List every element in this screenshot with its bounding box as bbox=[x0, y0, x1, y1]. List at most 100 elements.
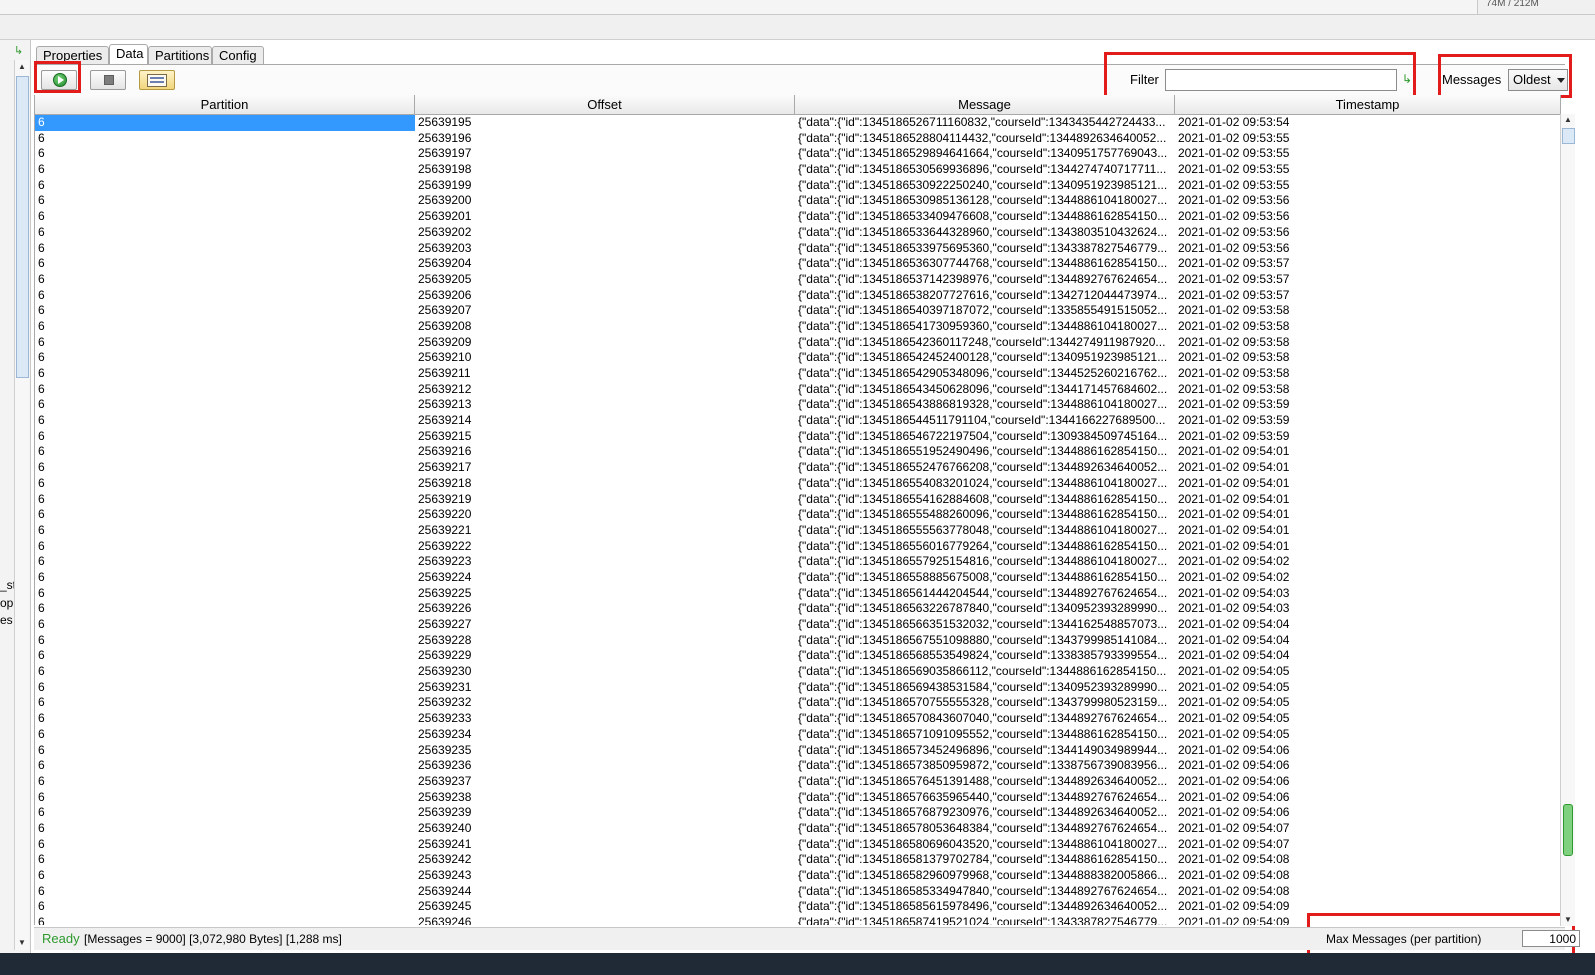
left-scrollbar[interactable]: ▲ ▼ bbox=[14, 60, 29, 950]
timestamp-cell: 2021-01-02 09:53:58 bbox=[1178, 381, 1290, 396]
scroll-up-icon[interactable]: ▲ bbox=[15, 60, 29, 74]
table-row[interactable]: 6 25639200 {"data":{"id":13451865309851361… bbox=[35, 193, 1561, 209]
table-row[interactable]: 6 25639234 {"data":{"id":13451865710910955… bbox=[35, 727, 1561, 743]
partition-cell: 6 bbox=[38, 428, 45, 443]
refresh-arrow-icon[interactable]: ↳ bbox=[14, 44, 23, 57]
table-row[interactable]: 6 25639235 {"data":{"id":13451865734524968… bbox=[35, 743, 1561, 759]
run-button[interactable] bbox=[41, 70, 77, 90]
column-header-message[interactable]: Message bbox=[795, 95, 1175, 114]
partition-cell: 6 bbox=[38, 569, 45, 584]
table-row[interactable]: 6 25639223 {"data":{"id":13451865579251548… bbox=[35, 554, 1561, 570]
message-cell: {"data":{"id":1345186570843607040,"cours… bbox=[798, 711, 1168, 726]
window-icon bbox=[147, 74, 167, 87]
table-row[interactable]: 6 25639241 {"data":{"id":13451865806960435… bbox=[35, 837, 1561, 853]
message-cell: {"data":{"id":1345186536307744768,"cours… bbox=[798, 256, 1168, 271]
messages-order-value: Oldest bbox=[1513, 72, 1551, 87]
table-row[interactable]: 6 25639230 {"data":{"id":13451865690358661… bbox=[35, 664, 1561, 680]
table-row[interactable]: 6 25639233 {"data":{"id":13451865708436070… bbox=[35, 711, 1561, 727]
table-row[interactable]: 6 25639202 {"data":{"id":13451865336443289… bbox=[35, 225, 1561, 241]
messages-order-select[interactable]: Oldest bbox=[1508, 69, 1568, 91]
message-cell: {"data":{"id":1345186554162884608,"cours… bbox=[798, 491, 1168, 506]
partition-cell: 6 bbox=[38, 381, 45, 396]
table-row[interactable]: 6 25639198 {"data":{"id":13451865305699368… bbox=[35, 162, 1561, 178]
message-cell: {"data":{"id":1345186526711160832,"cours… bbox=[798, 115, 1166, 129]
table-row[interactable]: 6 25639231 {"data":{"id":13451865694385315… bbox=[35, 680, 1561, 696]
os-taskbar bbox=[0, 953, 1595, 975]
tab-config[interactable]: Config bbox=[212, 46, 264, 64]
partition-cell: 6 bbox=[38, 742, 45, 757]
table-scrollbar[interactable]: ▲ ▼ bbox=[1560, 114, 1575, 926]
table-row[interactable]: 6 25639240 {"data":{"id":13451865780536483… bbox=[35, 821, 1561, 837]
table-row[interactable]: 6 25639211 {"data":{"id":13451865429053480… bbox=[35, 366, 1561, 382]
table-row[interactable]: 6 25639203 {"data":{"id":13451865339756953… bbox=[35, 241, 1561, 257]
table-row[interactable]: 6 25639215 {"data":{"id":13451865467221975… bbox=[35, 429, 1561, 445]
table-row[interactable]: 6 25639209 {"data":{"id":13451865423601172… bbox=[35, 335, 1561, 351]
timestamp-cell: 2021-01-02 09:53:56 bbox=[1178, 224, 1290, 239]
table-row[interactable]: 6 25639239 {"data":{"id":13451865768792309… bbox=[35, 805, 1561, 821]
scroll-down-icon[interactable]: ▼ bbox=[15, 936, 29, 950]
column-header-partition[interactable]: Partition bbox=[35, 95, 415, 114]
table-row[interactable]: 6 25639220 {"data":{"id":13451865554882600… bbox=[35, 507, 1561, 523]
filter-input[interactable] bbox=[1165, 69, 1397, 91]
table-row[interactable]: 6 25639219 {"data":{"id":13451865541628846… bbox=[35, 492, 1561, 508]
message-cell: {"data":{"id":1345186528804114432,"cours… bbox=[798, 130, 1167, 145]
table-row[interactable]: 6 25639206 {"data":{"id":13451865382077276… bbox=[35, 288, 1561, 304]
scroll-down-icon[interactable]: ▼ bbox=[1561, 914, 1575, 926]
table-scroll-thumb[interactable] bbox=[1563, 804, 1573, 856]
column-header-offset[interactable]: Offset bbox=[415, 95, 795, 114]
table-row[interactable]: 6 25639217 {"data":{"id":13451865524767662… bbox=[35, 460, 1561, 476]
tab-properties[interactable]: Properties bbox=[36, 46, 109, 64]
table-row[interactable]: 6 25639201 {"data":{"id":13451865334094766… bbox=[35, 209, 1561, 225]
left-tree-fragment: es bbox=[0, 613, 13, 627]
table-row[interactable]: 6 25639227 {"data":{"id":13451865663515320… bbox=[35, 617, 1561, 633]
tab-data[interactable]: Data bbox=[109, 44, 148, 65]
apply-filter-icon[interactable]: ↳ bbox=[1402, 72, 1412, 86]
table-row[interactable]: 6 25639214 {"data":{"id":13451865445117911… bbox=[35, 413, 1561, 429]
timestamp-cell: 2021-01-02 09:53:58 bbox=[1178, 303, 1290, 318]
partition-cell: 6 bbox=[38, 240, 45, 255]
table-row[interactable]: 6 25639228 {"data":{"id":13451865675510988… bbox=[35, 633, 1561, 649]
table-row[interactable]: 6 25639207 {"data":{"id":13451865403971870… bbox=[35, 303, 1561, 319]
tab-partitions[interactable]: Partitions bbox=[148, 46, 212, 64]
table-row[interactable]: 6 25639195 {"data":{"id":13451865267111608… bbox=[35, 115, 1561, 131]
table-row[interactable]: 6 25639216 {"data":{"id":13451865519524904… bbox=[35, 444, 1561, 460]
table-row[interactable]: 6 25639222 {"data":{"id":13451865560167792… bbox=[35, 539, 1561, 555]
partition-cell: 6 bbox=[38, 162, 45, 177]
table-row[interactable]: 6 25639210 {"data":{"id":13451865424524001… bbox=[35, 350, 1561, 366]
table-row[interactable]: 6 25639237 {"data":{"id":13451865764513914… bbox=[35, 774, 1561, 790]
table-row[interactable]: 6 25639212 {"data":{"id":13451865434506280… bbox=[35, 382, 1561, 398]
table-row[interactable]: 6 25639226 {"data":{"id":13451865632267878… bbox=[35, 601, 1561, 617]
table-row[interactable]: 6 25639238 {"data":{"id":13451865766359654… bbox=[35, 790, 1561, 806]
table-row[interactable]: 6 25639244 {"data":{"id":13451865853349478… bbox=[35, 884, 1561, 900]
table-row[interactable]: 6 25639196 {"data":{"id":13451865288041144… bbox=[35, 131, 1561, 147]
table-row[interactable]: 6 25639218 {"data":{"id":13451865540832010… bbox=[35, 476, 1561, 492]
message-cell: {"data":{"id":1345186569035866112,"cours… bbox=[798, 664, 1167, 679]
table-row[interactable]: 6 25639246 {"data":{"id":13451865874195210… bbox=[35, 915, 1561, 925]
table-row[interactable]: 6 25639205 {"data":{"id":13451865371423989… bbox=[35, 272, 1561, 288]
table-row[interactable]: 6 25639213 {"data":{"id":13451865438868193… bbox=[35, 397, 1561, 413]
table-row[interactable]: 6 25639199 {"data":{"id":13451865309222502… bbox=[35, 178, 1561, 194]
table-row[interactable]: 6 25639232 {"data":{"id":13451865707555553… bbox=[35, 695, 1561, 711]
table-row[interactable]: 6 25639197 {"data":{"id":13451865298946416… bbox=[35, 146, 1561, 162]
table-row[interactable]: 6 25639245 {"data":{"id":13451865856159784… bbox=[35, 899, 1561, 915]
stop-button[interactable] bbox=[90, 70, 126, 90]
timestamp-cell: 2021-01-02 09:54:06 bbox=[1178, 805, 1290, 820]
table-row[interactable]: 6 25639204 {"data":{"id":13451865363077447… bbox=[35, 256, 1561, 272]
timestamp-cell: 2021-01-02 09:54:08 bbox=[1178, 883, 1290, 898]
table-row[interactable]: 6 25639243 {"data":{"id":13451865829609799… bbox=[35, 868, 1561, 884]
scroll-up-icon[interactable]: ▲ bbox=[1561, 114, 1575, 126]
table-row[interactable]: 6 25639236 {"data":{"id":13451865738509598… bbox=[35, 758, 1561, 774]
max-messages-input[interactable]: 1000 bbox=[1522, 930, 1580, 947]
table-row[interactable]: 6 25639224 {"data":{"id":13451865588856750… bbox=[35, 570, 1561, 586]
memory-indicator: 74M / 212M bbox=[1477, 0, 1595, 14]
column-header-timestamp[interactable]: Timestamp bbox=[1175, 95, 1561, 114]
left-scroll-thumb[interactable] bbox=[16, 76, 29, 378]
offset-cell: 25639239 bbox=[418, 805, 472, 820]
view-toggle-button[interactable] bbox=[139, 70, 175, 90]
table-row[interactable]: 6 25639242 {"data":{"id":13451865813797027… bbox=[35, 852, 1561, 868]
table-row[interactable]: 6 25639208 {"data":{"id":13451865417309593… bbox=[35, 319, 1561, 335]
partition-cell: 6 bbox=[38, 554, 45, 569]
table-row[interactable]: 6 25639221 {"data":{"id":13451865555637780… bbox=[35, 523, 1561, 539]
table-row[interactable]: 6 25639225 {"data":{"id":13451865614442045… bbox=[35, 586, 1561, 602]
table-row[interactable]: 6 25639229 {"data":{"id":13451865685535498… bbox=[35, 648, 1561, 664]
